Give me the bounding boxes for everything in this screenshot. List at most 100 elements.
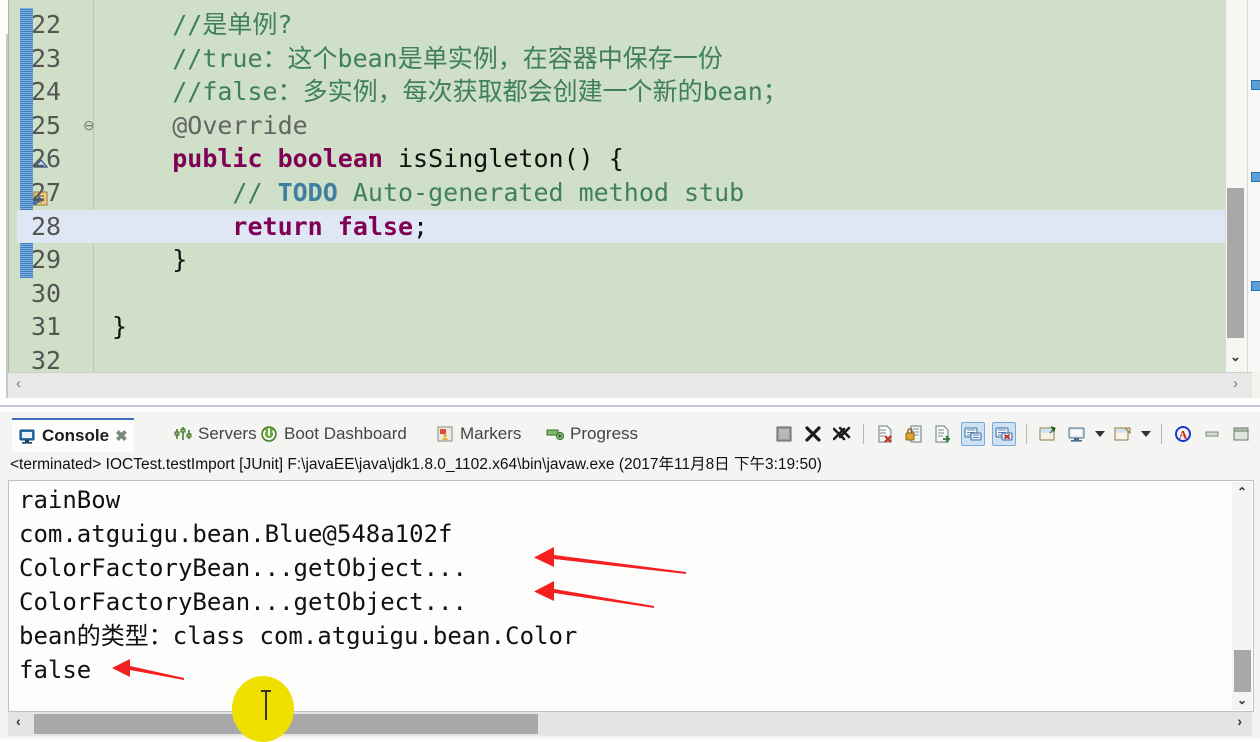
- tab-label: Markers: [460, 424, 522, 443]
- code-text-area[interactable]: 2122 //是单例?23 //true：这个bean是单实例，在容器中保存一份…: [17, 0, 1225, 372]
- progress-icon: [546, 425, 565, 443]
- line-number: 25: [31, 110, 62, 140]
- console-vscroll-up-arrow[interactable]: ⌃: [1232, 482, 1252, 502]
- code-line-text: public boolean isSingleton() {: [172, 144, 624, 174]
- console-icon: [18, 427, 36, 445]
- editor-hscroll-right-arrow[interactable]: ›: [1233, 375, 1238, 392]
- code-line[interactable]: 32: [17, 344, 1225, 372]
- console-output-line: bean的类型：class com.atguigu.bean.Color: [19, 622, 578, 650]
- console-toolbar: A: [773, 420, 1252, 448]
- tab-label: Servers: [198, 424, 257, 443]
- editor-vscroll-down-arrow[interactable]: ⌄: [1227, 345, 1244, 369]
- editor-vscroll-thumb[interactable]: [1227, 188, 1244, 338]
- eclipse-ide-window: 2122 //是单例?23 //true：这个bean是单实例，在容器中保存一份…: [0, 0, 1260, 742]
- remove-launch-button[interactable]: [802, 423, 824, 445]
- line-number: 27: [31, 177, 62, 207]
- separator-3: [1161, 424, 1162, 444]
- code-line-text: //true：这个bean是单实例，在容器中保存一份: [172, 43, 723, 73]
- minimize-panel-button[interactable]: [1201, 423, 1223, 445]
- line-number: 32: [31, 345, 62, 372]
- word-wrap-button[interactable]: [932, 423, 954, 445]
- boot-dashboard-icon: [260, 425, 278, 443]
- tab-markers[interactable]: Markers: [430, 418, 527, 450]
- editor-horizontal-scrollbar[interactable]: ‹ ›: [8, 372, 1252, 399]
- console-vscroll-thumb[interactable]: [1234, 650, 1251, 692]
- line-number: 24: [31, 77, 62, 107]
- maximize-panel-button[interactable]: [1230, 423, 1252, 445]
- code-line[interactable]: 28 return false;: [17, 209, 1225, 244]
- console-output-text[interactable]: rainBow com.atguigu.bean.Blue@548a102f Col…: [19, 483, 1229, 703]
- code-line-text: @Override: [172, 110, 308, 140]
- open-console-dropdown[interactable]: [1141, 431, 1151, 437]
- fold-collapse-icon[interactable]: ⊖: [83, 109, 95, 143]
- line-number: 26: [31, 144, 62, 174]
- console-output-line: ColorFactoryBean...getObject...: [19, 554, 467, 582]
- tab-progress[interactable]: Progress: [540, 418, 644, 450]
- code-line[interactable]: 22 //是单例?: [17, 8, 1225, 42]
- tab-label: Console: [42, 426, 110, 445]
- tab-label: Progress: [570, 424, 639, 443]
- tab-servers[interactable]: Servers: [168, 418, 263, 450]
- display-selected-console-button[interactable]: [1066, 423, 1088, 445]
- console-output-frame[interactable]: rainBow com.atguigu.bean.Blue@548a102f Col…: [8, 480, 1254, 712]
- code-line[interactable]: 31}: [17, 310, 1225, 344]
- code-line[interactable]: 21: [17, 0, 1225, 8]
- open-console-button[interactable]: [1112, 423, 1134, 445]
- code-line-text: // TODO Auto-generated method stub: [232, 177, 745, 207]
- overview-marker[interactable]: [1251, 172, 1260, 182]
- code-line-text: return false;: [232, 211, 429, 241]
- show-console-on-error-button[interactable]: [992, 422, 1016, 446]
- tab-boot-dashboard[interactable]: Boot Dashboard: [254, 418, 413, 450]
- console-output-line: rainBow: [19, 486, 121, 514]
- panel-divider[interactable]: [0, 398, 1260, 412]
- markers-icon: [436, 425, 454, 443]
- console-vertical-scrollbar[interactable]: ⌃ ⌄: [1232, 482, 1252, 710]
- text-cursor-ibeam: [261, 690, 271, 720]
- separator-1: [863, 424, 864, 444]
- overview-marker[interactable]: [1251, 80, 1260, 90]
- editor-left-edge: [0, 0, 8, 412]
- editor-code-frame[interactable]: 2122 //是单例?23 //true：这个bean是单实例，在容器中保存一份…: [8, 0, 1260, 372]
- code-line[interactable]: 30: [17, 277, 1225, 311]
- tab-console[interactable]: Console ✖: [12, 418, 134, 452]
- code-line[interactable]: 26 public boolean isSingleton() {: [17, 142, 1225, 176]
- overview-marker[interactable]: [1251, 281, 1260, 291]
- code-line[interactable]: 29 }: [17, 243, 1225, 277]
- line-number: 23: [31, 43, 62, 73]
- console-output-line: false: [19, 656, 92, 684]
- display-selected-console-dropdown[interactable]: [1095, 431, 1105, 437]
- console-output-line: com.atguigu.bean.Blue@548a102f: [19, 520, 453, 548]
- clear-console-button[interactable]: [874, 423, 896, 445]
- code-line[interactable]: 24 //false：多实例，每次获取都会创建一个新的bean；: [17, 75, 1225, 109]
- line-number: 30: [31, 278, 62, 308]
- remove-all-terminated-button[interactable]: [831, 423, 853, 445]
- console-horizontal-scrollbar[interactable]: ‹ ›: [8, 712, 1252, 736]
- editor-overview-ruler[interactable]: [1248, 0, 1260, 372]
- console-panel: Console ✖ Servers Boot Dashboard Markers Prog…: [0, 412, 1260, 739]
- svg-text:A: A: [1179, 428, 1188, 442]
- console-hscroll-left-arrow[interactable]: ‹: [16, 713, 21, 729]
- line-number: 28: [31, 211, 62, 241]
- line-number: 31: [31, 312, 62, 342]
- code-line[interactable]: 25 ⊖ @Override: [17, 109, 1225, 143]
- console-output-line: ColorFactoryBean...getObject...: [19, 588, 467, 616]
- code-line[interactable]: 27 // TODO Auto-generated method stub: [17, 176, 1225, 210]
- ansi-console-button[interactable]: A: [1172, 423, 1194, 445]
- console-hscroll-right-arrow[interactable]: ›: [1237, 713, 1242, 729]
- code-line-text: //是单例?: [172, 10, 293, 39]
- close-icon[interactable]: ✖: [115, 427, 128, 445]
- pin-console-button[interactable]: [1037, 423, 1059, 445]
- tab-label: Boot Dashboard: [284, 424, 407, 443]
- scroll-lock-button[interactable]: [903, 423, 925, 445]
- code-line-text: //false：多实例，每次获取都会创建一个新的bean；: [172, 77, 788, 107]
- launch-configuration-line: <terminated> IOCTest.testImport [JUnit] …: [0, 452, 1260, 476]
- console-vscroll-down-arrow[interactable]: ⌄: [1232, 690, 1252, 710]
- code-editor-panel: 2122 //是单例?23 //true：这个bean是单实例，在容器中保存一份…: [0, 0, 1260, 412]
- show-console-on-output-button[interactable]: [961, 422, 985, 446]
- line-number: 29: [31, 245, 62, 275]
- terminate-button[interactable]: [773, 423, 795, 445]
- launch-config-text: <terminated> IOCTest.testImport [JUnit] …: [10, 456, 822, 473]
- line-number: 22: [31, 10, 62, 39]
- code-line[interactable]: 23 //true：这个bean是单实例，在容器中保存一份: [17, 42, 1225, 76]
- editor-hscroll-left-arrow[interactable]: ‹: [16, 375, 21, 392]
